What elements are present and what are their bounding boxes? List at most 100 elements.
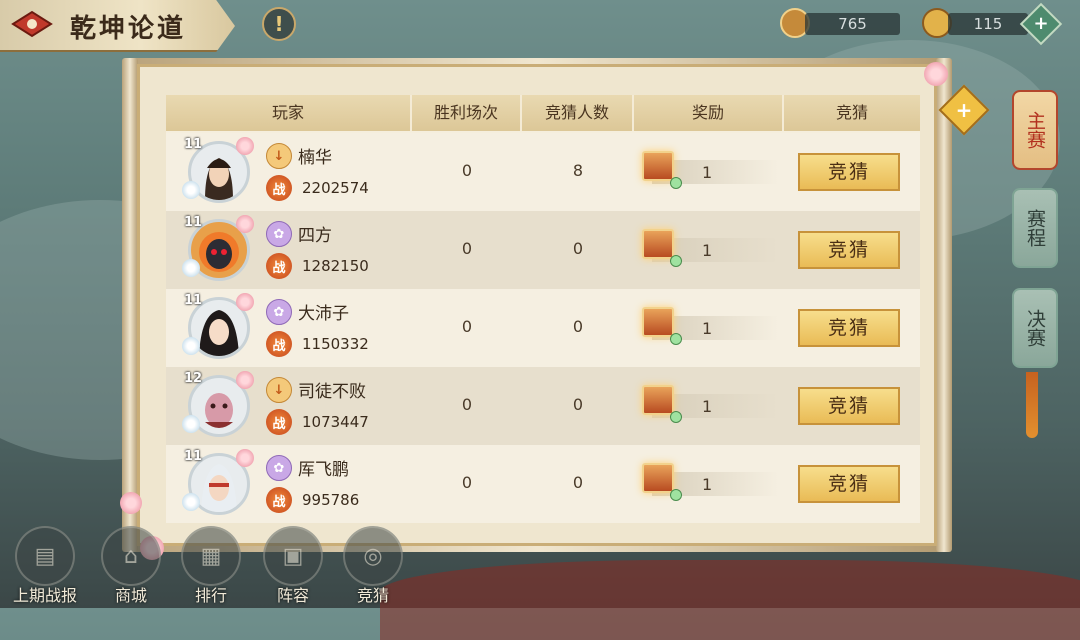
chest-icon[interactable] [642, 385, 674, 415]
header-wins: 胜利场次 [412, 95, 522, 131]
battle-power-icon: 战 [266, 253, 292, 279]
battle-power-icon: 战 [266, 409, 292, 435]
chest-icon[interactable] [642, 307, 674, 337]
plus-icon: + [1033, 13, 1049, 34]
table-row: 12 ↓ 司徒不败 战 1073447 0 0 1 竞猜 [166, 367, 920, 445]
back-emblem-icon[interactable] [8, 6, 56, 42]
gem-icon [670, 333, 682, 345]
scroll-rod-left [122, 58, 138, 552]
wins-value: 0 [461, 395, 473, 414]
nav-label: 竞猜 [356, 586, 389, 605]
nav-label: 商城 [114, 586, 147, 605]
cherry-blossom-icon [120, 492, 142, 514]
chest-icon[interactable] [642, 463, 674, 493]
player-name: 司徒不败 [298, 382, 366, 402]
reward-count: 1 [702, 475, 713, 494]
shop-icon: ⌂ [101, 526, 161, 586]
reward-count: 1 [702, 163, 713, 182]
player-name: 厍飞鹏 [298, 460, 349, 480]
wins-value: 0 [461, 317, 473, 336]
guess-icon: ◎ [343, 526, 403, 586]
header-guess: 竞猜 [835, 103, 868, 122]
table-row: 11 ✿ 厍飞鹏 战 995786 0 0 1 竞猜 [166, 445, 920, 523]
flower-icon [182, 259, 200, 277]
guess-button[interactable]: 竞猜 [798, 231, 900, 269]
gem-icon [670, 489, 682, 501]
title-banner: 乾坤论道 [0, 0, 235, 52]
header-reward: 奖励 [634, 95, 784, 131]
nav-ranking[interactable]: ▦ 排行 [178, 526, 244, 606]
rank-gold-icon: ↓ [266, 377, 292, 403]
player-name: 楠华 [298, 148, 332, 168]
wins-value: 0 [461, 473, 473, 492]
nav-last-report[interactable]: ▤ 上期战报 [12, 526, 78, 606]
nav-lineup[interactable]: ▣ 阵容 [260, 526, 326, 606]
flower-icon [182, 415, 200, 433]
close-icon: + [955, 98, 973, 122]
player-level: 11 [184, 293, 203, 308]
player-power: 1150332 [302, 335, 369, 353]
table-row: 11 ↓ 楠华 战 2202574 0 8 1 竞猜 [166, 133, 920, 211]
tab-label: 赛程 [1024, 209, 1046, 247]
player-name: 四方 [298, 226, 332, 246]
flower-icon [182, 181, 200, 199]
flower-icon [236, 371, 254, 389]
exclamation-icon: ! [274, 12, 284, 36]
guess-button[interactable]: 竞猜 [798, 153, 900, 191]
gem-icon [670, 177, 682, 189]
flower-icon [182, 337, 200, 355]
tab-main-match[interactable]: 主赛 [1012, 90, 1058, 170]
cherry-blossom-icon [924, 62, 948, 86]
nav-guess[interactable]: ◎ 竞猜 [340, 526, 406, 606]
guess-button[interactable]: 竞猜 [798, 309, 900, 347]
table-row: 11 ✿ 大沛子 战 1150332 0 0 1 竞猜 [166, 289, 920, 367]
table-row: 11 ✿ 四方 战 1282150 0 0 1 竞猜 [166, 211, 920, 289]
table-header: 玩家 胜利场次 竞猜人数 奖励 竞猜 [166, 95, 920, 131]
tab-schedule[interactable]: 赛程 [1012, 188, 1058, 268]
gem-icon [670, 255, 682, 267]
rank-purple-icon: ✿ [266, 455, 292, 481]
tab-label: 决赛 [1024, 309, 1046, 347]
flower-icon [236, 215, 254, 233]
player-power: 1282150 [302, 257, 369, 275]
guess-button[interactable]: 竞猜 [798, 465, 900, 503]
info-button[interactable]: ! [262, 7, 296, 41]
nav-shop[interactable]: ⌂ 商城 [98, 526, 164, 606]
player-level: 11 [184, 215, 203, 230]
battle-power-icon: 战 [266, 487, 292, 513]
tab-label: 主赛 [1024, 111, 1046, 149]
reward-count: 1 [702, 397, 713, 416]
guessers-value: 0 [572, 239, 584, 258]
flower-icon [236, 293, 254, 311]
wins-value: 0 [461, 239, 473, 258]
player-power: 1073447 [302, 413, 369, 431]
scroll-panel: 玩家 胜利场次 竞猜人数 奖励 竞猜 11 ↓ 楠华 战 2202574 0 8… [137, 64, 937, 546]
header-guessers: 竞猜人数 [522, 95, 634, 131]
background-red-foliage [380, 560, 1080, 640]
player-level: 11 [184, 449, 203, 464]
guessers-value: 8 [572, 161, 584, 180]
nav-label: 排行 [194, 586, 227, 605]
lineup-icon: ▣ [263, 526, 323, 586]
reward-count: 1 [702, 319, 713, 338]
chest-icon[interactable] [642, 151, 674, 181]
gem-icon [670, 411, 682, 423]
nav-label: 上期战报 [12, 586, 77, 605]
nav-label: 阵容 [276, 586, 309, 605]
guess-button[interactable]: 竞猜 [798, 387, 900, 425]
report-scroll-icon: ▤ [15, 526, 75, 586]
player-power: 995786 [302, 491, 360, 509]
player-name: 大沛子 [298, 304, 349, 324]
tassel-decoration [1026, 372, 1038, 438]
chest-icon[interactable] [642, 229, 674, 259]
battle-power-icon: 战 [266, 331, 292, 357]
flower-icon [182, 493, 200, 511]
ranking-icon: ▦ [181, 526, 241, 586]
rank-purple-icon: ✿ [266, 221, 292, 247]
player-power: 2202574 [302, 179, 369, 197]
add-currency-button[interactable]: + [1019, 2, 1063, 46]
wins-value: 0 [461, 161, 473, 180]
flower-icon [236, 137, 254, 155]
player-level: 11 [184, 137, 203, 152]
tab-finals[interactable]: 决赛 [1012, 288, 1058, 368]
